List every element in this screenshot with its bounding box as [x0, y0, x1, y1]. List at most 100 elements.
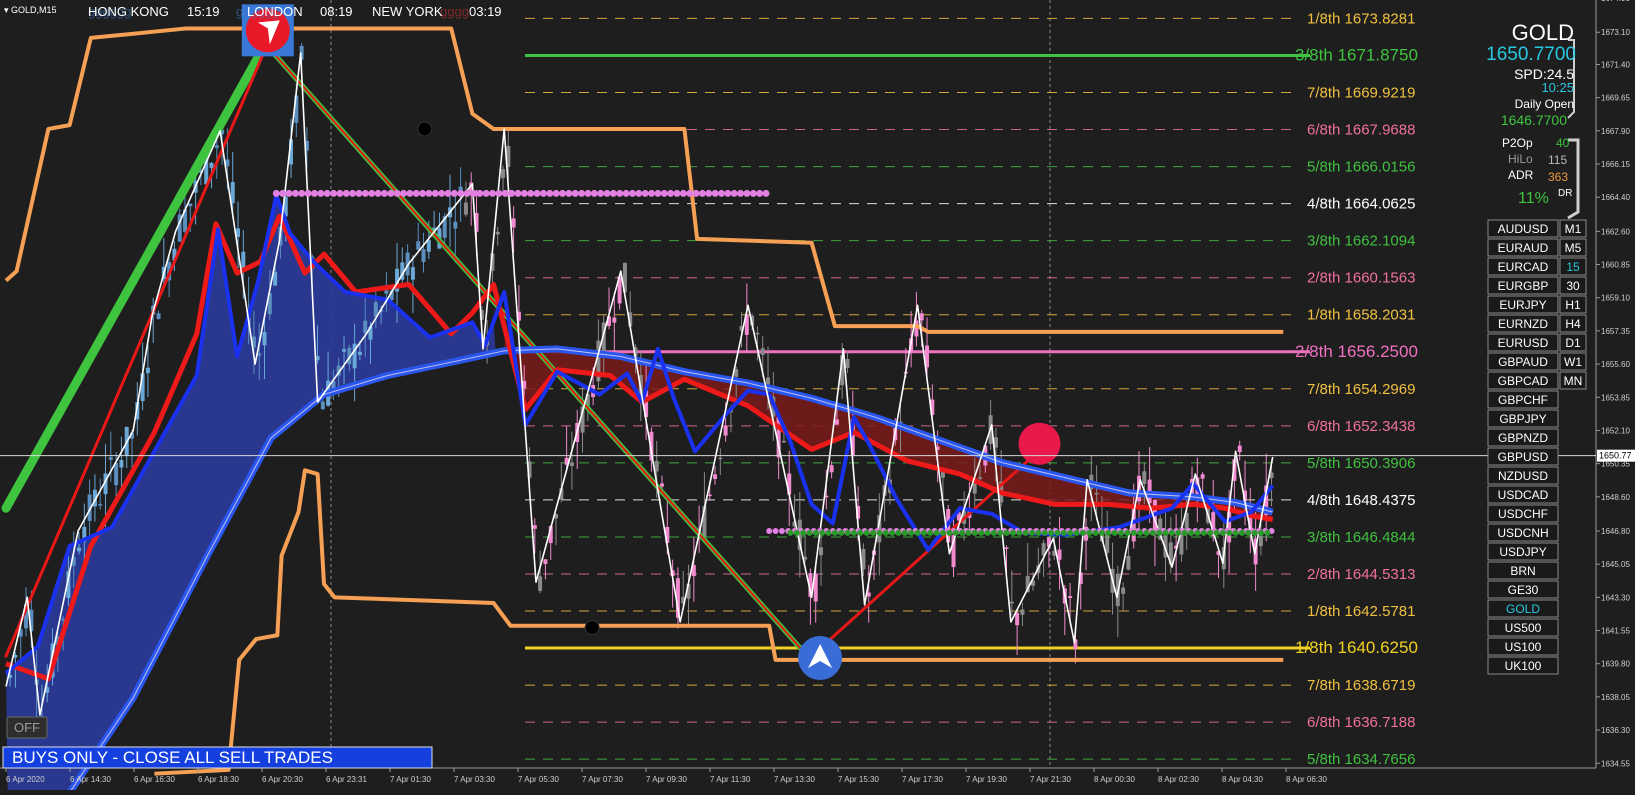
candle-body [713, 474, 718, 479]
pivot-dot [698, 189, 706, 197]
candle-body [612, 317, 617, 323]
symbol-button-brn[interactable]: BRN [1487, 561, 1559, 580]
timeframe-button-d1[interactable]: D1 [1559, 333, 1587, 352]
symbol-button-gbpnzd[interactable]: GBPNZD [1487, 428, 1559, 447]
price-tick-label: 1660.85 [1601, 261, 1630, 270]
green-dot [806, 529, 813, 536]
symbol-button-usdjpy[interactable]: USDJPY [1487, 542, 1559, 561]
pivot-dot [330, 189, 338, 197]
pivot-dot [457, 189, 465, 197]
green-dot [940, 529, 947, 536]
off-button[interactable]: OFF [6, 716, 48, 739]
symbol-button-gbpusd[interactable]: GBPUSD [1487, 447, 1559, 466]
candle-body [1004, 547, 1009, 549]
murrey-label-10: 2/8th 1656.2500 [1295, 342, 1418, 361]
candle-body [845, 358, 850, 368]
price-chart[interactable]: 1/8th 1673.8281 3/8th 1671.8750 7/8th 1669… [0, 0, 1635, 795]
symbol-button-gold[interactable]: GOLD [1487, 599, 1559, 618]
green-dot [1010, 529, 1016, 536]
symbol-button-label: US500 [1505, 621, 1542, 635]
candle-body [1057, 549, 1062, 560]
green-dot [1124, 529, 1131, 536]
candle-body [501, 169, 506, 179]
symbol-button-gbpchf[interactable]: GBPCHF [1487, 390, 1559, 409]
pivot-dot [724, 189, 732, 197]
symbol-button-label: GBPJPY [1499, 412, 1546, 426]
green-dot [1079, 529, 1086, 536]
pivot-dot [635, 189, 643, 197]
price-tick-label: 1666.15 [1601, 160, 1630, 169]
murrey-label-6: 4/8th 1664.0625 [1307, 196, 1415, 213]
candle-body [1142, 471, 1147, 485]
pivot-dot [597, 189, 605, 197]
time-tick-label: 6 Apr 14:30 [70, 775, 111, 784]
timeframe-button-h4[interactable]: H4 [1559, 314, 1587, 333]
green-dot [997, 529, 1004, 536]
murrey-label-9: 1/8th 1658.2031 [1307, 307, 1415, 324]
candle-body [262, 332, 267, 346]
candle-body [342, 349, 347, 352]
symbol-button-eurjpy[interactable]: EURJPY [1487, 295, 1559, 314]
candle-body [1009, 601, 1014, 604]
timeframe-button-m5[interactable]: M5 [1559, 238, 1587, 257]
time-tick-label: 7 Apr 11:30 [710, 775, 751, 784]
symbol-button-eurgbp[interactable]: EURGBP [1487, 276, 1559, 295]
pivot-dot [552, 189, 560, 197]
symbol-button-ge30[interactable]: GE30 [1487, 580, 1559, 599]
candle-body [320, 401, 325, 410]
symbol-button-eurusd[interactable]: EURUSD [1487, 333, 1559, 352]
symbol-button-us100[interactable]: US100 [1487, 637, 1559, 656]
green-dot [1156, 529, 1163, 536]
timeframe-button-w1[interactable]: W1 [1559, 352, 1587, 371]
symbol-button-gbpcad[interactable]: GBPCAD [1487, 371, 1559, 390]
green-dot [793, 529, 800, 536]
murrey-label-15: 3/8th 1646.4844 [1307, 529, 1415, 546]
green-dot [1048, 529, 1055, 536]
green-dot [1149, 529, 1156, 536]
price-tick-label: 1653.85 [1601, 393, 1630, 402]
murrey-label-5: 5/8th 1666.0156 [1307, 159, 1415, 176]
symbol-button-usdcnh[interactable]: USDCNH [1487, 523, 1559, 542]
candle-body [426, 240, 431, 252]
session-time-ny: 03:19 [469, 4, 502, 19]
green-dot [863, 529, 870, 536]
pivot-dot [686, 189, 694, 197]
symbol-button-gbpjpy[interactable]: GBPJPY [1487, 409, 1559, 428]
symbol-button-usdchf[interactable]: USDCHF [1487, 504, 1559, 523]
symbol-button-us500[interactable]: US500 [1487, 618, 1559, 637]
symbol-button-eurnzd[interactable]: EURNZD [1487, 314, 1559, 333]
pivot-dot [514, 189, 522, 197]
timeframe-button-label: H4 [1565, 317, 1581, 331]
timeframe-button-mn[interactable]: MN [1559, 371, 1587, 390]
green-dot [1073, 529, 1080, 536]
trade-banner: BUYS ONLY - CLOSE ALL SELL TRADES [2, 746, 433, 769]
murrey-labels-layer: 1/8th 1673.8281 3/8th 1671.8750 7/8th 1669… [1295, 10, 1418, 768]
time-tick-label: 7 Apr 03:30 [454, 775, 495, 784]
green-dot [927, 529, 934, 536]
symbol-button-euraud[interactable]: EURAUD [1487, 238, 1559, 257]
timeframe-button-15[interactable]: 15 [1559, 257, 1587, 276]
symbol-button-nzdusd[interactable]: NZDUSD [1487, 466, 1559, 485]
green-dot [838, 529, 845, 536]
candle-body [707, 494, 712, 497]
chart-window[interactable]: 1/8th 1673.8281 3/8th 1671.8750 7/8th 1669… [0, 0, 1635, 795]
symbol-button-audusd[interactable]: AUDUSD [1487, 219, 1559, 238]
candle-body [61, 618, 66, 621]
info-adr-label: ADR [1508, 168, 1534, 182]
price-tick-label: 1652.10 [1601, 426, 1630, 435]
symbol-button-gbpaud[interactable]: GBPAUD [1487, 352, 1559, 371]
green-dot [1111, 529, 1118, 536]
murrey-label-4: 6/8th 1667.9688 [1307, 122, 1415, 139]
symbol-button-eurcad[interactable]: EURCAD [1487, 257, 1559, 276]
candle-body [119, 460, 124, 468]
pivot-dot [450, 189, 458, 197]
timeframe-button-m1[interactable]: M1 [1559, 219, 1587, 238]
symbol-button-usdcad[interactable]: USDCAD [1487, 485, 1559, 504]
timeframe-button-h1[interactable]: H1 [1559, 295, 1587, 314]
pivot-dot [539, 189, 547, 197]
pivot-dot [692, 189, 700, 197]
timeframe-button-30[interactable]: 30 [1559, 276, 1587, 295]
session-watermark-3: gggg [440, 4, 469, 19]
pivot-dot [291, 189, 299, 197]
symbol-button-uk100[interactable]: UK100 [1487, 656, 1559, 675]
